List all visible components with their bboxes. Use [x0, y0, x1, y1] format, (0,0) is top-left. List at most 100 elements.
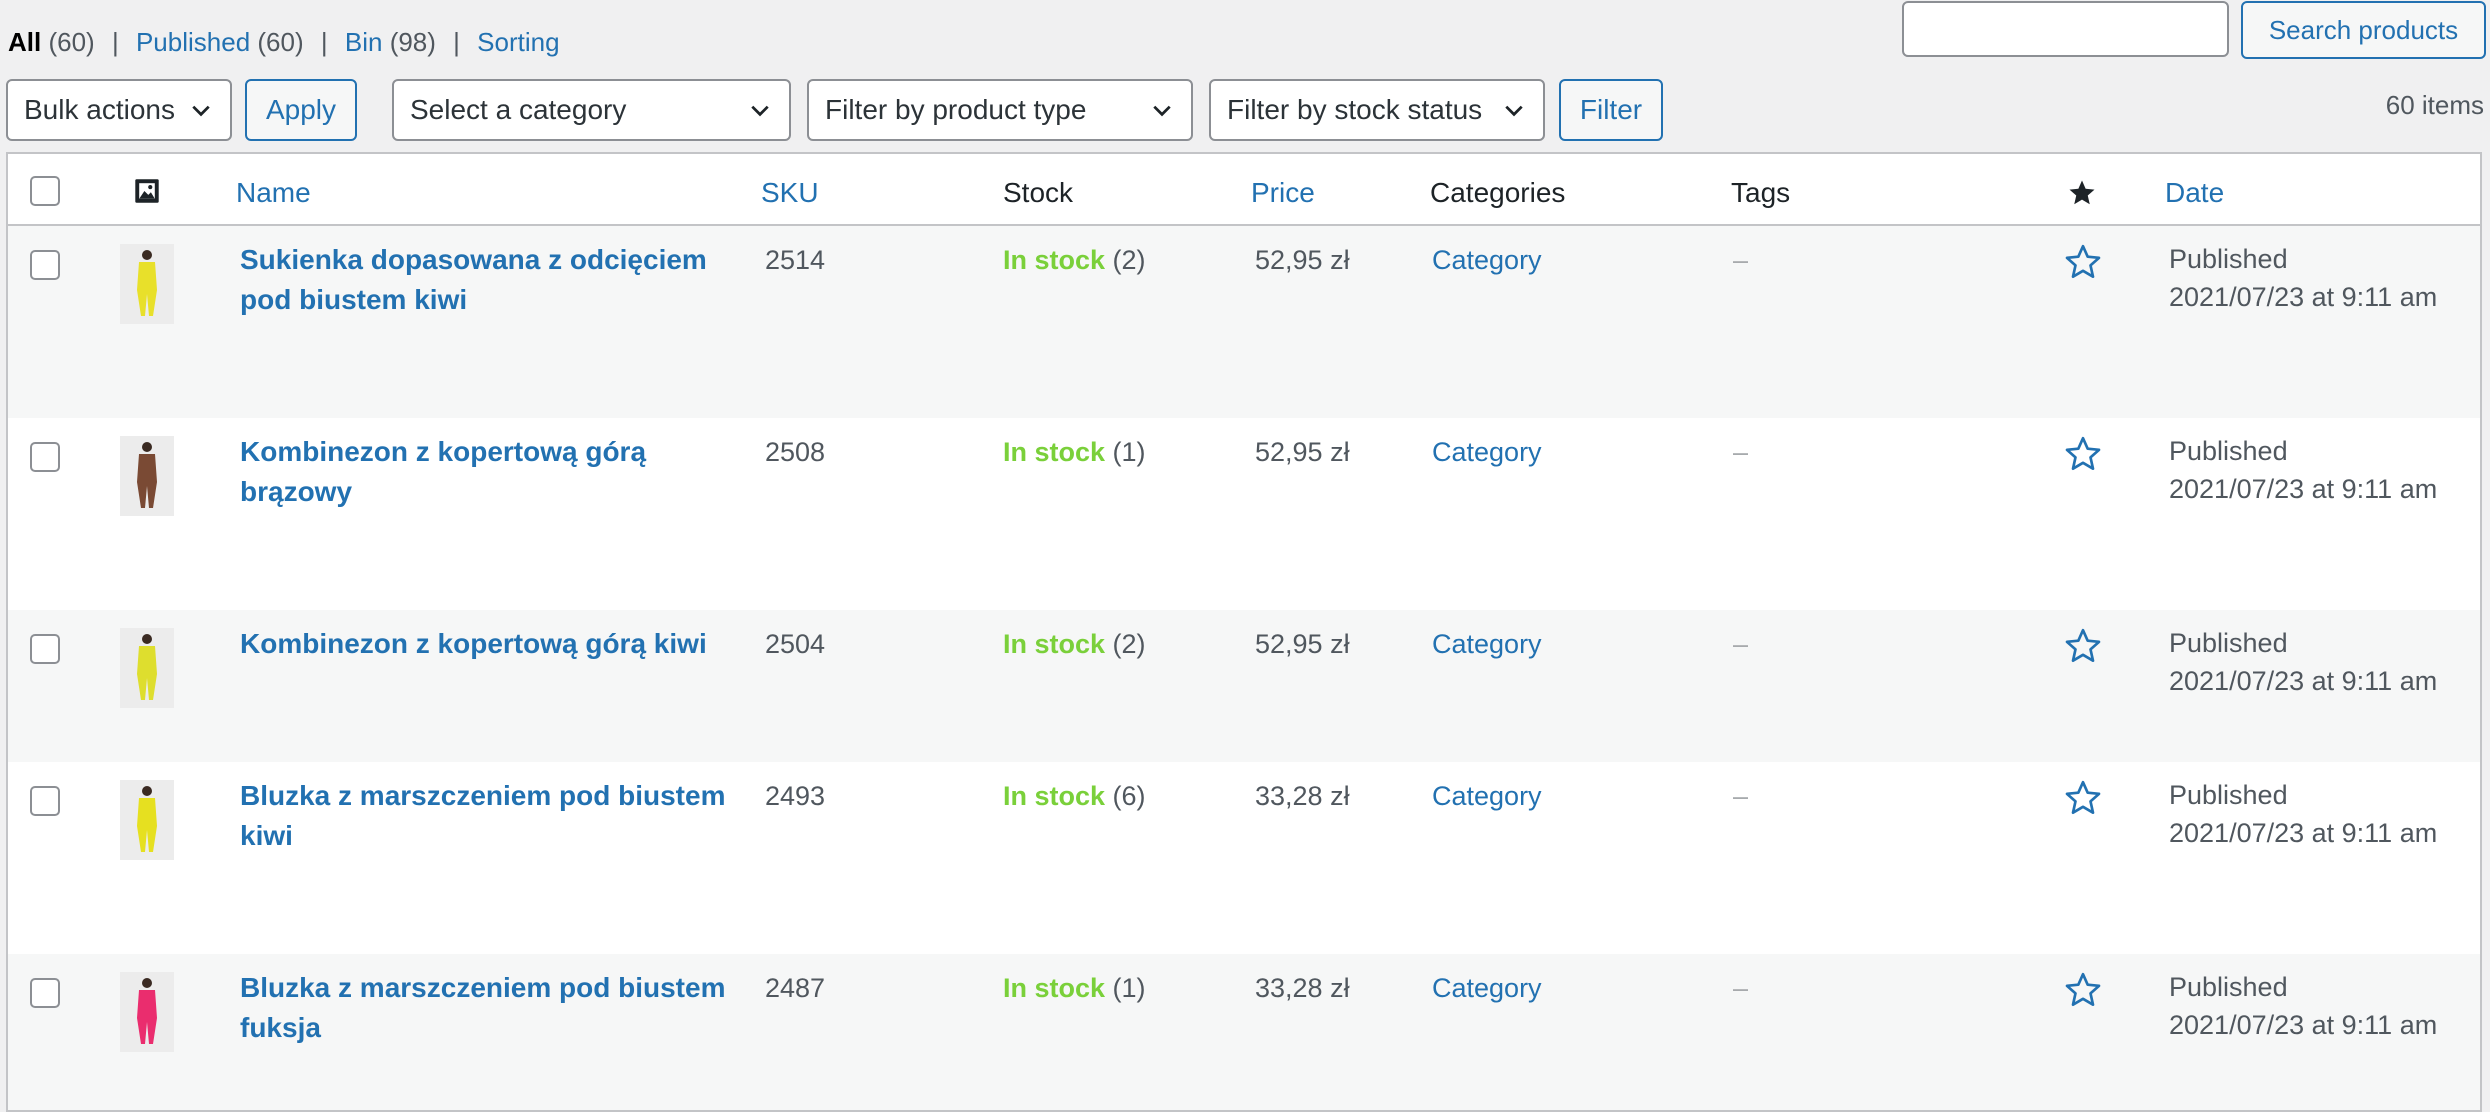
product-category-link[interactable]: Category [1432, 776, 1542, 816]
product-type-select[interactable]: Filter by product type [807, 79, 1193, 141]
bulk-actions-select[interactable]: Bulk actions [6, 79, 232, 141]
product-thumbnail[interactable] [120, 972, 174, 1052]
table-row: Kombinezon z kopertową górą kiwi 2504 In s… [8, 610, 2480, 762]
product-date: Published 2021/07/23 at 9:11 am [2169, 776, 2437, 852]
star-outline-icon[interactable] [2063, 242, 2103, 282]
table-row: Kombinezon z kopertową górą brązowy 2508 I… [8, 418, 2480, 610]
chevron-down-icon [192, 105, 210, 117]
star-outline-icon[interactable] [2063, 434, 2103, 474]
stock-status-label: In stock [1003, 437, 1106, 467]
product-tags: – [1733, 437, 1749, 467]
column-sku[interactable]: SKU [761, 176, 819, 210]
star-outline-icon[interactable] [2063, 778, 2103, 818]
product-date: Published 2021/07/23 at 9:11 am [2169, 240, 2437, 316]
product-thumbnail[interactable] [120, 628, 174, 708]
product-photo [120, 972, 174, 1052]
product-tags: – [1733, 781, 1749, 811]
filter-button[interactable]: Filter [1559, 79, 1663, 141]
date-value: 2021/07/23 at 9:11 am [2169, 1010, 2438, 1040]
stock-status-label: In stock [1003, 781, 1106, 811]
product-photo [120, 244, 174, 324]
product-price: 33,28 zł [1255, 973, 1350, 1003]
row-checkbox[interactable] [30, 634, 60, 664]
product-name-link[interactable]: Kombinezon z kopertową górą kiwi [240, 624, 760, 664]
product-date: Published 2021/07/23 at 9:11 am [2169, 968, 2437, 1044]
product-category-link[interactable]: Category [1432, 432, 1542, 472]
view-sorting-link[interactable]: Sorting [477, 27, 559, 57]
stock-quantity: (1) [1112, 437, 1146, 467]
stock-status: In stock (1) [1003, 968, 1146, 1008]
product-name-link[interactable]: Sukienka dopasowana z odcięciem pod bius… [240, 240, 740, 320]
product-photo [120, 436, 174, 516]
star-filled-icon[interactable] [2067, 178, 2097, 208]
table-header: Name SKU Stock Price Categories Tags Dat… [8, 154, 2480, 226]
product-price: 52,95 zł [1255, 245, 1350, 275]
view-published-link[interactable]: Published [136, 27, 250, 57]
bulk-actions-label: Bulk actions [24, 94, 175, 125]
category-select-label: Select a category [410, 94, 627, 125]
product-date: Published 2021/07/23 at 9:11 am [2169, 432, 2437, 508]
stock-status: In stock (1) [1003, 432, 1146, 472]
product-price: 33,28 zł [1255, 781, 1350, 811]
product-tags: – [1733, 629, 1749, 659]
stock-quantity: (2) [1112, 629, 1146, 659]
product-thumbnail[interactable] [120, 244, 174, 324]
stock-status-select[interactable]: Filter by stock status [1209, 79, 1545, 141]
star-outline-icon[interactable] [2063, 970, 2103, 1010]
row-checkbox[interactable] [30, 786, 60, 816]
product-photo [120, 628, 174, 708]
product-thumbnail[interactable] [120, 780, 174, 860]
product-category-link[interactable]: Category [1432, 624, 1542, 664]
product-thumbnail[interactable] [120, 436, 174, 516]
apply-button[interactable]: Apply [245, 79, 357, 141]
product-category-link[interactable]: Category [1432, 240, 1542, 280]
table-row: Sukienka dopasowana z odcięciem pod bius… [8, 226, 2480, 418]
product-price: 52,95 zł [1255, 437, 1350, 467]
product-sku: 2514 [765, 245, 826, 275]
view-all-label[interactable]: All [8, 27, 41, 57]
view-bin-count: (98) [389, 27, 436, 57]
column-price[interactable]: Price [1251, 176, 1315, 210]
star-outline-icon[interactable] [2063, 626, 2103, 666]
date-status: Published [2169, 628, 2288, 658]
chevron-down-icon [751, 105, 769, 117]
search-products-input[interactable] [1902, 1, 2229, 57]
status-views: All (60) | Published (60) | Bin (98) | S… [8, 24, 560, 60]
product-name-link[interactable]: Bluzka z marszczeniem pod biustem kiwi [240, 776, 740, 856]
stock-quantity: (1) [1112, 973, 1146, 1003]
stock-status: In stock (6) [1003, 776, 1146, 816]
category-select[interactable]: Select a category [392, 79, 791, 141]
column-date[interactable]: Date [2165, 176, 2224, 210]
separator: | [111, 27, 119, 57]
view-all-count: (60) [48, 27, 95, 57]
date-value: 2021/07/23 at 9:11 am [2169, 474, 2438, 504]
product-date: Published 2021/07/23 at 9:11 am [2169, 624, 2437, 700]
product-name-link[interactable]: Bluzka z marszczeniem pod biustem fuksja [240, 968, 740, 1048]
product-tags: – [1733, 973, 1749, 1003]
column-name[interactable]: Name [236, 176, 311, 210]
view-bin-link[interactable]: Bin [345, 27, 383, 57]
separator: | [453, 27, 460, 57]
product-category-link[interactable]: Category [1432, 968, 1542, 1008]
date-status: Published [2169, 972, 2288, 1002]
row-checkbox[interactable] [30, 442, 60, 472]
select-all-checkbox[interactable] [30, 176, 60, 206]
row-checkbox[interactable] [30, 250, 60, 280]
product-sku: 2504 [765, 629, 826, 659]
image-icon [135, 179, 159, 203]
search-products-button[interactable]: Search products [2241, 1, 2486, 59]
product-tags: – [1733, 245, 1749, 275]
stock-status-label: In stock [1003, 629, 1106, 659]
date-value: 2021/07/23 at 9:11 am [2169, 818, 2438, 848]
date-status: Published [2169, 244, 2288, 274]
column-tags: Tags [1731, 177, 1791, 208]
items-count: 60 items [2385, 90, 2484, 120]
row-checkbox[interactable] [30, 978, 60, 1008]
product-sku: 2508 [765, 437, 826, 467]
stock-status-label: In stock [1003, 245, 1106, 275]
stock-status-select-label: Filter by stock status [1227, 94, 1483, 125]
stock-quantity: (6) [1112, 781, 1146, 811]
stock-status: In stock (2) [1003, 624, 1146, 664]
product-price: 52,95 zł [1255, 629, 1350, 659]
product-name-link[interactable]: Kombinezon z kopertową górą brązowy [240, 432, 740, 512]
